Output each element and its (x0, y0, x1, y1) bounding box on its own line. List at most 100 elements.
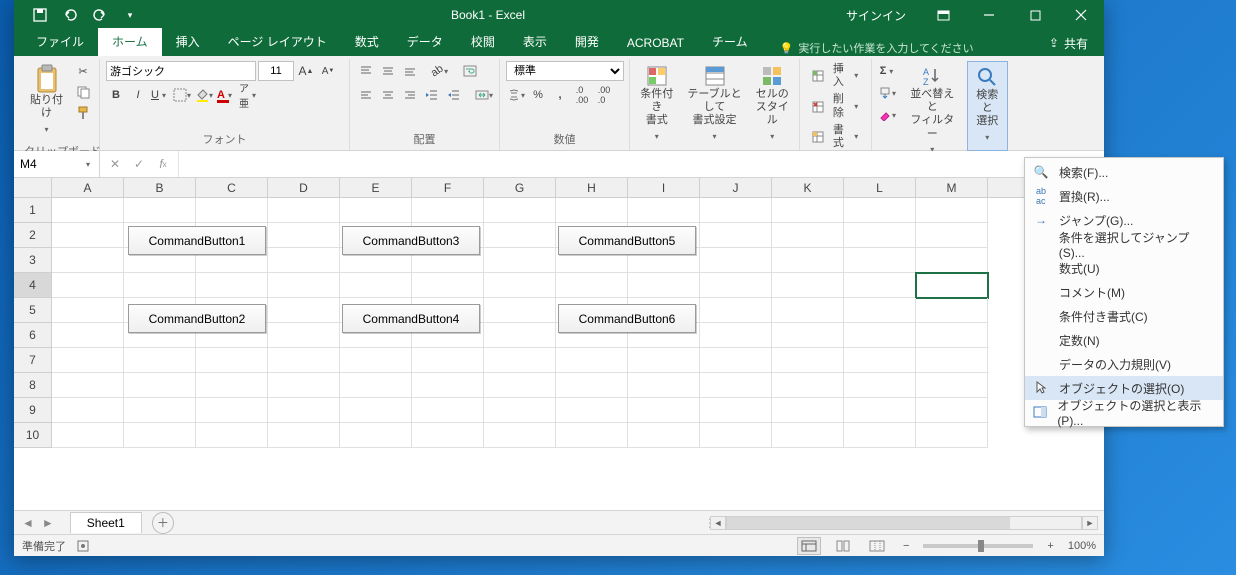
cell-G5[interactable] (484, 298, 556, 323)
cell-J9[interactable] (700, 398, 772, 423)
cell-F7[interactable] (412, 348, 484, 373)
grow-font-button[interactable]: A▲ (296, 61, 316, 81)
tab-file[interactable]: ファイル (22, 28, 98, 56)
cell-C1[interactable] (196, 198, 268, 223)
cell-K8[interactable] (772, 373, 844, 398)
percent-button[interactable]: % (528, 85, 548, 105)
cell-K9[interactable] (772, 398, 844, 423)
cell-D10[interactable] (268, 423, 340, 448)
col-M[interactable]: M (916, 178, 988, 197)
tab-review[interactable]: 校閲 (457, 28, 509, 56)
cell-K2[interactable] (772, 223, 844, 248)
cell-J6[interactable] (700, 323, 772, 348)
cell-G4[interactable] (484, 273, 556, 298)
menu-comments[interactable]: コメント(M) (1025, 280, 1223, 304)
ribbon-display-icon[interactable] (920, 1, 966, 29)
minimize-button[interactable] (966, 1, 1012, 29)
view-normal-button[interactable] (797, 537, 821, 555)
cell-M4[interactable] (916, 273, 988, 298)
menu-validation[interactable]: データの入力規則(V) (1025, 352, 1223, 376)
increase-indent-button[interactable] (444, 85, 464, 105)
cell-J1[interactable] (700, 198, 772, 223)
align-left-button[interactable] (356, 85, 376, 105)
qat-customize-icon[interactable]: ▾ (116, 1, 144, 29)
cell-H4[interactable] (556, 273, 628, 298)
col-G[interactable]: G (484, 178, 556, 197)
fill-color-button[interactable]: ▾ (194, 85, 214, 105)
cell-L2[interactable] (844, 223, 916, 248)
cell-C7[interactable] (196, 348, 268, 373)
cell-L7[interactable] (844, 348, 916, 373)
cell-G9[interactable] (484, 398, 556, 423)
sheet-next-button[interactable]: ► (42, 516, 54, 530)
cell-A5[interactable] (52, 298, 124, 323)
decrease-indent-button[interactable] (422, 85, 442, 105)
cell-I9[interactable] (628, 398, 700, 423)
tab-developer[interactable]: 開発 (561, 28, 613, 56)
underline-button[interactable]: U▾ (150, 85, 170, 105)
cell-K4[interactable] (772, 273, 844, 298)
number-format-select[interactable]: 標準 (506, 61, 624, 81)
menu-replace[interactable]: abac置換(R)... (1025, 184, 1223, 208)
macro-record-icon[interactable] (76, 539, 90, 553)
cell-D8[interactable] (268, 373, 340, 398)
cell-G2[interactable] (484, 223, 556, 248)
tab-page-layout[interactable]: ページ レイアウト (214, 28, 341, 56)
cell-K3[interactable] (772, 248, 844, 273)
cell-L6[interactable] (844, 323, 916, 348)
sheet-prev-button[interactable]: ◄ (22, 516, 34, 530)
cancel-button[interactable]: ✕ (104, 153, 126, 175)
command-button-3[interactable]: CommandButton3 (342, 226, 480, 255)
col-B[interactable]: B (124, 178, 196, 197)
col-I[interactable]: I (628, 178, 700, 197)
cell-A2[interactable] (52, 223, 124, 248)
cell-C8[interactable] (196, 373, 268, 398)
col-E[interactable]: E (340, 178, 412, 197)
row-5[interactable]: 5 (14, 298, 52, 323)
cell-G7[interactable] (484, 348, 556, 373)
hscroll-right[interactable]: ► (1082, 516, 1098, 530)
align-right-button[interactable] (400, 85, 420, 105)
cell-F4[interactable] (412, 273, 484, 298)
cell-E7[interactable] (340, 348, 412, 373)
col-K[interactable]: K (772, 178, 844, 197)
format-cells-button[interactable]: 書式▾ (806, 122, 865, 152)
zoom-in-button[interactable]: + (1043, 540, 1057, 552)
enter-button[interactable]: ✓ (128, 153, 150, 175)
cell-C10[interactable] (196, 423, 268, 448)
cell-A9[interactable] (52, 398, 124, 423)
cell-M1[interactable] (916, 198, 988, 223)
col-L[interactable]: L (844, 178, 916, 197)
format-as-table-button[interactable]: テーブルとして 書式設定▾ (682, 61, 748, 149)
cell-I1[interactable] (628, 198, 700, 223)
cell-H10[interactable] (556, 423, 628, 448)
font-color-button[interactable]: A▾ (216, 85, 236, 105)
horizontal-scrollbar[interactable] (726, 516, 1082, 530)
cell-J3[interactable] (700, 248, 772, 273)
clear-button[interactable]: ▾ (878, 105, 898, 125)
increase-decimal-button[interactable]: .0.00 (572, 85, 592, 105)
align-top-button[interactable] (356, 61, 376, 81)
cell-E8[interactable] (340, 373, 412, 398)
cell-G3[interactable] (484, 248, 556, 273)
cell-M2[interactable] (916, 223, 988, 248)
autosum-button[interactable]: Σ▾ (878, 61, 898, 81)
hscroll-left[interactable]: ◄ (710, 516, 726, 530)
cell-K5[interactable] (772, 298, 844, 323)
cell-H9[interactable] (556, 398, 628, 423)
cell-H7[interactable] (556, 348, 628, 373)
cell-B10[interactable] (124, 423, 196, 448)
cell-M3[interactable] (916, 248, 988, 273)
sort-filter-button[interactable]: AZ並べ替えと フィルター▾ (902, 61, 963, 162)
phonetic-button[interactable]: ア亜▾ (238, 85, 258, 105)
command-button-5[interactable]: CommandButton5 (558, 226, 696, 255)
copy-button[interactable] (73, 82, 93, 102)
view-page-layout-button[interactable] (831, 537, 855, 555)
cell-G8[interactable] (484, 373, 556, 398)
cell-E9[interactable] (340, 398, 412, 423)
row-8[interactable]: 8 (14, 373, 52, 398)
tab-acrobat[interactable]: ACROBAT (613, 31, 698, 56)
decrease-decimal-button[interactable]: .00.0 (594, 85, 614, 105)
menu-formulas[interactable]: 数式(U) (1025, 256, 1223, 280)
row-1[interactable]: 1 (14, 198, 52, 223)
